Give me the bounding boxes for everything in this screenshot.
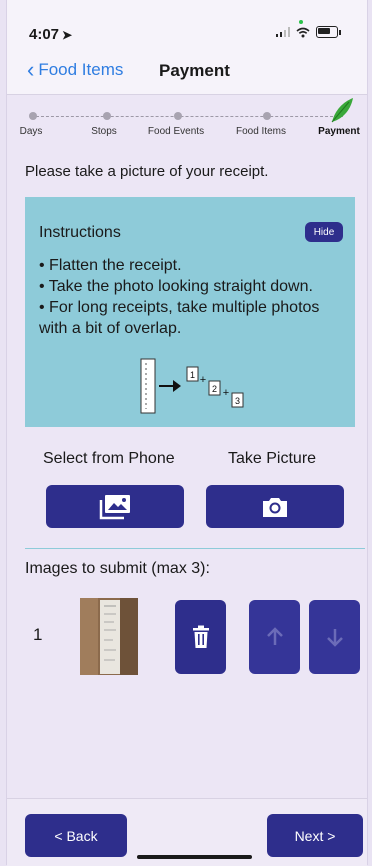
instruction-item: • For long receipts, take multiple photo…	[39, 299, 320, 337]
photo-library-icon	[99, 494, 130, 519]
step-label-stops: Stops	[91, 126, 117, 137]
home-indicator	[137, 855, 252, 859]
battery-tip	[339, 29, 341, 35]
leaf-icon	[331, 98, 353, 123]
diagram-plus-2: +	[223, 387, 229, 399]
wifi-icon	[296, 27, 310, 37]
trash-icon	[192, 625, 209, 648]
move-image-up-button[interactable]	[249, 600, 300, 674]
next-button[interactable]: Next >	[267, 814, 363, 857]
take-picture-label: Take Picture	[228, 450, 317, 467]
step-label-payment: Payment	[318, 126, 360, 137]
instructions-list: • Flatten the receipt. • Take the photo …	[39, 255, 347, 339]
diagram-number-3: 3	[235, 396, 240, 406]
stepper-line	[31, 116, 343, 117]
step-label-food-events: Food Events	[147, 126, 205, 137]
diagram-number-2: 2	[212, 384, 217, 394]
step-dot-food-items	[263, 112, 271, 120]
status-icons	[276, 26, 341, 38]
image-row-index: 1	[33, 625, 43, 644]
progress-stepper: Days Stops Food Events Food Items Paymen…	[7, 98, 367, 144]
select-from-phone-button[interactable]	[46, 485, 184, 528]
take-picture-button[interactable]	[206, 485, 344, 528]
chevron-left-icon: ‹	[27, 57, 35, 82]
nav-bar: ‹ Food Items Payment	[7, 52, 367, 95]
step-dot-days	[29, 112, 37, 120]
arrow-down-icon	[326, 629, 343, 647]
move-image-down-button[interactable]	[309, 600, 360, 674]
diagram-plus-1: +	[200, 374, 206, 386]
status-time: 4:07 ➤	[29, 26, 72, 43]
arrow-up-icon	[266, 627, 283, 645]
step-label-food-items: Food Items	[235, 126, 287, 137]
camera-icon	[263, 497, 287, 517]
diagram-number-1: 1	[190, 370, 195, 380]
select-from-phone-label: Select from Phone	[43, 450, 175, 467]
instructions-panel: Instructions Hide • Flatten the receipt.…	[25, 197, 355, 427]
receipt-thumbnail[interactable]	[80, 598, 138, 675]
status-bar: 4:07 ➤	[7, 0, 367, 52]
location-arrow-icon: ➤	[62, 28, 73, 42]
delete-image-button[interactable]	[175, 600, 226, 674]
step-label-days: Days	[19, 126, 43, 137]
instruction-item: • Flatten the receipt.	[39, 257, 182, 274]
images-to-submit-title: Images to submit (max 3):	[25, 560, 210, 577]
battery-icon	[316, 26, 338, 38]
signal-icon	[276, 27, 290, 37]
back-button[interactable]: < Back	[25, 814, 127, 857]
app-frame: 4:07 ➤ ‹ Food Items Payment Days Stops F…	[6, 0, 368, 866]
instruction-item: • Take the photo looking straight down.	[39, 278, 313, 295]
recording-dot-icon	[299, 20, 303, 24]
hide-instructions-button[interactable]: Hide	[305, 222, 343, 242]
section-divider	[25, 548, 365, 549]
receipt-prompt: Please take a picture of your receipt.	[25, 163, 269, 180]
step-dot-stops	[103, 112, 111, 120]
back-to-food-items-link[interactable]: ‹ Food Items	[27, 57, 124, 82]
page-title: Payment	[159, 61, 230, 80]
receipt-split-diagram: 1 + 2 + 3	[140, 358, 244, 414]
time-text: 4:07	[29, 26, 60, 43]
instructions-title: Instructions	[39, 224, 121, 241]
back-link-label: Food Items	[38, 60, 124, 79]
step-dot-food-events	[174, 112, 182, 120]
